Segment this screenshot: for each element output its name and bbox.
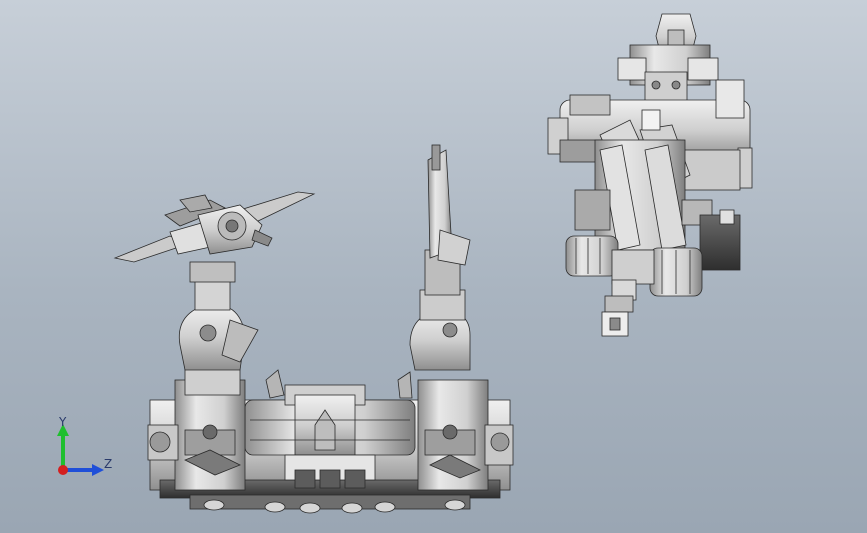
base-fin bbox=[265, 369, 285, 399]
nose-section bbox=[617, 13, 719, 108]
z-axis-label: Z bbox=[104, 457, 112, 471]
top-view-assembly[interactable] bbox=[547, 13, 753, 337]
front-view-assembly[interactable] bbox=[113, 144, 514, 514]
base-fin bbox=[397, 371, 413, 399]
tail-section bbox=[601, 279, 637, 337]
left-rotor bbox=[113, 191, 316, 263]
cad-graphics-viewport[interactable]: Y Z bbox=[0, 0, 867, 533]
model-canvas[interactable]: Y Z bbox=[0, 0, 867, 533]
z-axis-arrowhead bbox=[92, 464, 104, 476]
left-tower bbox=[147, 261, 259, 491]
y-axis-label: Y bbox=[58, 415, 67, 429]
coordinate-triad: Y Z bbox=[57, 415, 112, 476]
x-axis-origin bbox=[58, 465, 68, 475]
right-tower bbox=[409, 144, 514, 491]
